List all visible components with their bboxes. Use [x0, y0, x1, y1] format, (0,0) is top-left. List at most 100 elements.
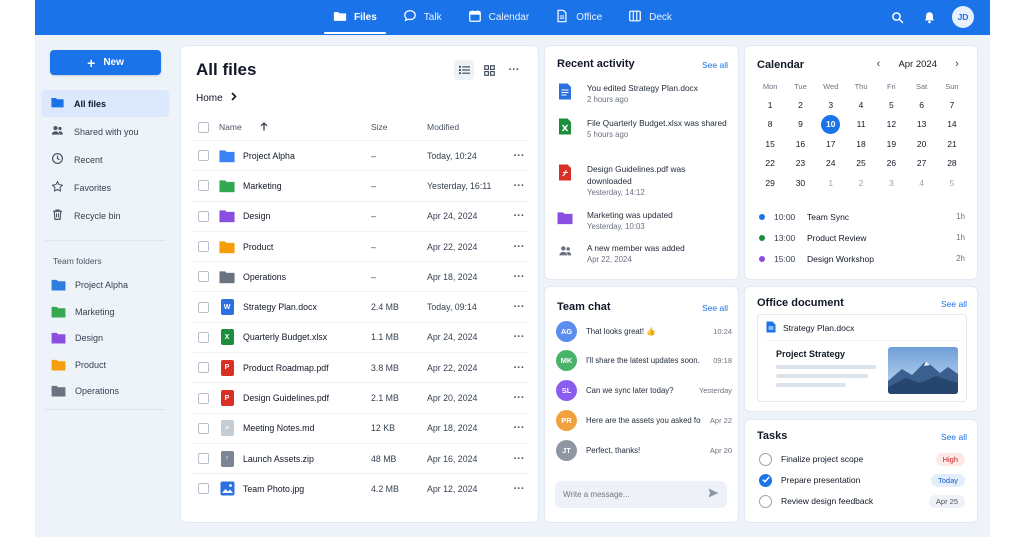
calendar-day[interactable]: 1: [816, 173, 846, 193]
list-view-button[interactable]: [454, 60, 474, 80]
row-checkbox[interactable]: [198, 150, 209, 162]
table-row[interactable]: Team Photo.jpg 4.2 MB Apr 12, 2024 ···: [191, 473, 528, 503]
bell-icon[interactable]: [920, 8, 938, 26]
more-options-button[interactable]: ···: [504, 60, 524, 80]
table-row[interactable]: P Design Guidelines.pdf 2.1 MB Apr 20, 2024…: [191, 382, 528, 412]
row-checkbox[interactable]: [198, 392, 209, 404]
sidebar-item-recycle-bin[interactable]: Recycle bin: [41, 202, 169, 229]
table-row[interactable]: ↑ Launch Assets.zip 48 MB Apr 16, 2024 ···: [191, 442, 528, 473]
table-row[interactable]: W Strategy Plan.docx 2.4 MB Today, 09:14 ···: [191, 291, 528, 321]
row-more-button[interactable]: ···: [511, 150, 527, 162]
calendar-day[interactable]: 4: [846, 95, 876, 115]
topnav-files[interactable]: Files: [320, 0, 390, 35]
office-see-all-link[interactable]: See all: [941, 299, 967, 309]
calendar-day[interactable]: 28: [937, 154, 967, 174]
topnav-deck[interactable]: Deck: [615, 0, 685, 35]
row-more-button[interactable]: ···: [511, 362, 527, 374]
table-row[interactable]: Product – Apr 22, 2024 ···: [191, 230, 528, 261]
breadcrumb-home[interactable]: Home: [196, 93, 223, 104]
calendar-day[interactable]: 29: [755, 173, 785, 193]
recent-activity-see-all-link[interactable]: See all: [702, 60, 728, 70]
activity-item[interactable]: File Quarterly Budget.xlsx was shared 5 h…: [557, 117, 732, 141]
calendar-day-today[interactable]: 10: [816, 114, 846, 135]
calendar-day[interactable]: 26: [876, 154, 906, 174]
table-row[interactable]: Marketing – Yesterday, 16:11 ···: [191, 170, 528, 200]
row-checkbox[interactable]: [198, 422, 209, 434]
activity-item[interactable]: A new member was added Apr 22, 2024: [557, 242, 732, 266]
row-more-button[interactable]: ···: [511, 180, 527, 192]
row-more-button[interactable]: ···: [511, 241, 527, 253]
calendar-day[interactable]: 17: [816, 134, 846, 154]
team-folder-product[interactable]: Product: [41, 352, 169, 379]
team-chat-see-all-link[interactable]: See all: [702, 303, 728, 313]
activity-item[interactable]: Marketing was updated Yesterday, 10:03: [557, 209, 732, 233]
calendar-day[interactable]: 23: [785, 154, 815, 174]
calendar-day[interactable]: 24: [816, 154, 846, 174]
calendar-event[interactable]: 13:00 Product Review 1h: [759, 227, 965, 248]
sidebar-item-all-files[interactable]: All files: [41, 90, 169, 117]
calendar-day[interactable]: 9: [785, 115, 815, 135]
row-more-button[interactable]: ···: [511, 453, 527, 465]
row-more-button[interactable]: ···: [511, 483, 527, 495]
calendar-day[interactable]: 11: [846, 115, 876, 135]
calendar-day[interactable]: 27: [906, 154, 936, 174]
select-all-checkbox[interactable]: [198, 121, 209, 133]
activity-item[interactable]: Design Guidelines.pdf was downloaded Yest…: [557, 163, 732, 199]
table-row[interactable]: X Quarterly Budget.xlsx 1.1 MB Apr 24, 2024…: [191, 321, 528, 352]
message-input[interactable]: [563, 490, 693, 499]
row-checkbox[interactable]: [198, 331, 209, 343]
sidebar-item-shared[interactable]: Shared with you: [41, 118, 169, 145]
chat-message[interactable]: PR Here are the assets you asked for. Apr …: [556, 409, 732, 431]
row-checkbox[interactable]: [198, 362, 209, 374]
calendar-day[interactable]: 30: [785, 173, 815, 193]
calendar-day[interactable]: 14: [937, 115, 967, 135]
row-more-button[interactable]: ···: [511, 301, 527, 313]
row-more-button[interactable]: ···: [511, 210, 527, 222]
name-column-header[interactable]: Name: [219, 121, 371, 133]
task-checkbox[interactable]: [759, 494, 772, 508]
calendar-day[interactable]: 13: [906, 115, 936, 135]
document-preview[interactable]: Strategy Plan.docx Project Strategy: [757, 314, 967, 402]
topnav-talk[interactable]: Talk: [390, 0, 455, 35]
team-folder-operations[interactable]: Operations: [41, 378, 169, 405]
row-checkbox[interactable]: [198, 453, 209, 465]
modified-column-header[interactable]: Modified: [427, 122, 511, 132]
calendar-day[interactable]: 2: [846, 173, 876, 193]
sidebar-item-favorites[interactable]: Favorites: [41, 174, 169, 201]
team-folder-design[interactable]: Design: [41, 325, 169, 352]
send-icon[interactable]: [708, 488, 719, 501]
chat-message[interactable]: MK I'll share the latest updates soon. 09:…: [556, 349, 732, 371]
activity-item[interactable]: You edited Strategy Plan.docx 2 hours ago: [557, 82, 732, 106]
calendar-day[interactable]: 18: [846, 134, 876, 154]
task-checkbox-checked[interactable]: [759, 473, 772, 487]
calendar-day[interactable]: 7: [937, 95, 967, 115]
table-row[interactable]: ≡ Meeting Notes.md 12 KB Apr 18, 2024 ···: [191, 412, 528, 443]
calendar-day[interactable]: 4: [906, 173, 936, 193]
row-checkbox[interactable]: [198, 180, 209, 192]
calendar-day[interactable]: 19: [876, 134, 906, 154]
row-checkbox[interactable]: [198, 301, 209, 313]
calendar-day[interactable]: 2: [785, 95, 815, 115]
topnav-office[interactable]: Office: [542, 0, 615, 35]
tasks-see-all-link[interactable]: See all: [941, 432, 967, 442]
table-row[interactable]: Design – Apr 24, 2024 ···: [191, 200, 528, 231]
calendar-day[interactable]: 21: [937, 134, 967, 154]
calendar-day[interactable]: 3: [816, 95, 846, 115]
row-checkbox[interactable]: [198, 210, 209, 222]
row-more-button[interactable]: ···: [511, 271, 527, 283]
row-checkbox[interactable]: [198, 241, 209, 253]
calendar-day[interactable]: 16: [785, 134, 815, 154]
row-more-button[interactable]: ···: [511, 331, 527, 343]
calendar-event[interactable]: 15:00 Design Workshop 2h: [759, 248, 965, 269]
calendar-day[interactable]: 5: [937, 173, 967, 193]
calendar-day[interactable]: 5: [876, 95, 906, 115]
table-row[interactable]: Project Alpha – Today, 10:24 ···: [191, 140, 528, 170]
chat-message[interactable]: SL Can we sync later today? Yesterday: [556, 379, 732, 401]
calendar-day[interactable]: 3: [876, 173, 906, 193]
team-folder-project-alpha[interactable]: Project Alpha: [41, 272, 169, 299]
row-more-button[interactable]: ···: [511, 422, 527, 434]
calendar-day[interactable]: 1: [755, 95, 785, 115]
chat-message[interactable]: AG That looks great! 👍 10:24: [556, 320, 732, 342]
chevron-right-icon[interactable]: ›: [951, 58, 963, 70]
topnav-calendar[interactable]: Calendar: [455, 0, 543, 35]
